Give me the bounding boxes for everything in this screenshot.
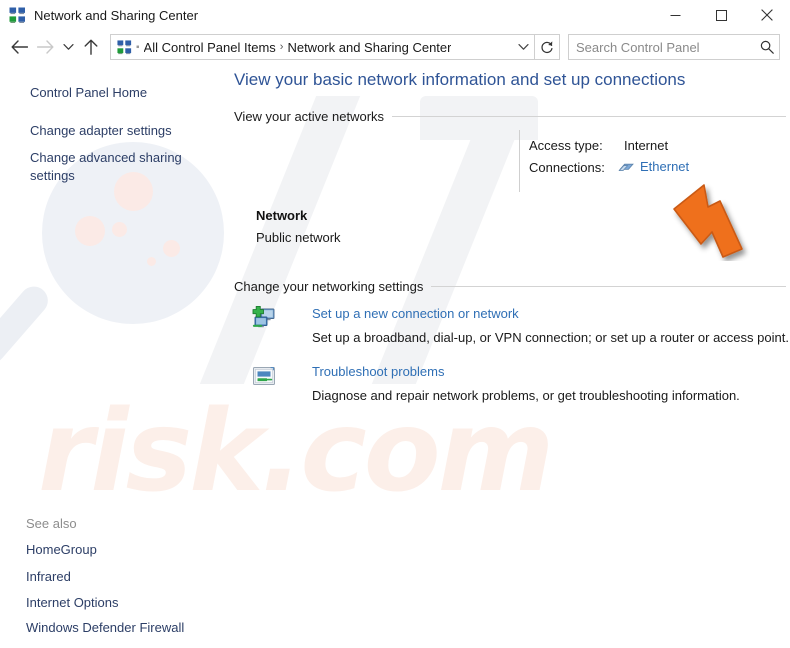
maximize-button[interactable] (698, 0, 744, 30)
minimize-button[interactable] (652, 0, 698, 30)
sidebar-item-windows-defender-firewall[interactable]: Windows Defender Firewall (26, 620, 184, 635)
new-connection-icon (250, 304, 278, 332)
active-network-panel: Network Public network (234, 134, 786, 245)
chevron-down-icon[interactable] (514, 36, 532, 58)
search-icon[interactable] (755, 36, 779, 58)
breadcrumb-item-all-control-panel-items[interactable]: All Control Panel Items (144, 40, 276, 55)
network-name: Network (256, 208, 308, 223)
access-type-label: Access type: (529, 138, 603, 153)
forward-button[interactable] (32, 34, 58, 60)
task-description: Set up a broadband, dial-up, or VPN conn… (312, 330, 789, 345)
window-controls (652, 0, 790, 30)
page-title: View your basic network information and … (234, 70, 686, 89)
up-button[interactable] (78, 34, 104, 60)
section-label: Change your networking settings (234, 279, 424, 294)
section-header-active-networks: View your active networks (234, 109, 786, 124)
connections-label: Connections: (529, 160, 605, 175)
section-header-networking-settings: Change your networking settings (234, 279, 786, 294)
sidebar-item-change-advanced-sharing-settings[interactable]: Change advanced sharing settings (30, 149, 205, 185)
section-divider (392, 116, 786, 117)
sidebar-item-control-panel-home[interactable]: Control Panel Home (30, 84, 205, 102)
panel-vertical-divider (519, 130, 520, 192)
breadcrumb[interactable]: ▪ All Control Panel Items › Network and … (110, 34, 535, 60)
breadcrumb-root-separator: ▪ (136, 41, 140, 53)
task-title[interactable]: Troubleshoot problems (312, 364, 444, 379)
see-also-heading: See also (26, 516, 77, 531)
connections-value: Ethernet (617, 159, 689, 174)
section-label: View your active networks (234, 109, 385, 124)
search-placeholder: Search Control Panel (576, 39, 700, 55)
sidebar-item-infrared[interactable]: Infrared (26, 569, 71, 584)
back-button[interactable] (6, 34, 32, 60)
breadcrumb-item-network-and-sharing-center[interactable]: Network and Sharing Center (287, 40, 451, 55)
content-area: Control Panel Home Change adapter settin… (0, 64, 790, 648)
ethernet-icon (617, 160, 635, 174)
section-divider (431, 286, 786, 287)
access-type-value: Internet (624, 138, 669, 153)
sidebar-item-homegroup[interactable]: HomeGroup (26, 542, 97, 557)
sidebar-item-internet-options[interactable]: Internet Options (26, 595, 119, 610)
task-description: Diagnose and repair network problems, or… (312, 388, 740, 403)
address-bar: ▪ All Control Panel Items › Network and … (0, 30, 790, 64)
navigation-pane: Control Panel Home Change adapter settin… (0, 64, 232, 648)
ethernet-link[interactable]: Ethernet (640, 159, 689, 174)
sidebar-item-change-adapter-settings[interactable]: Change adapter settings (30, 122, 205, 140)
network-sharing-icon (116, 39, 132, 55)
task-title[interactable]: Set up a new connection or network (312, 306, 519, 321)
details-pane: View your basic network information and … (232, 64, 790, 648)
network-type: Public network (256, 230, 341, 245)
recent-locations-button[interactable] (58, 34, 78, 60)
close-button[interactable] (744, 0, 790, 30)
title-bar: Network and Sharing Center (0, 0, 790, 30)
window-title: Network and Sharing Center (34, 7, 199, 23)
breadcrumb-separator[interactable]: › (280, 41, 284, 53)
refresh-button[interactable] (535, 34, 560, 60)
network-sharing-icon (8, 6, 26, 24)
search-input[interactable]: Search Control Panel (568, 34, 780, 60)
troubleshoot-icon (250, 362, 278, 390)
